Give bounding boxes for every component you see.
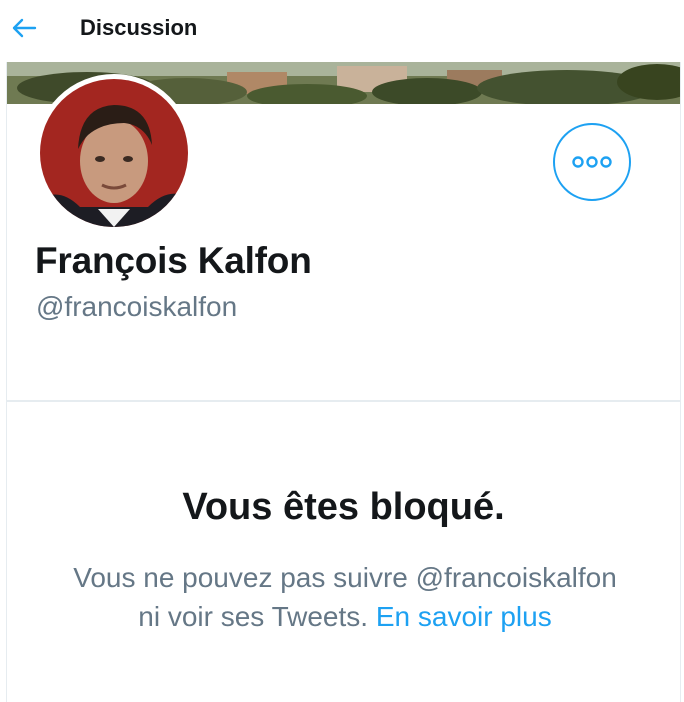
learn-more-link[interactable]: En savoir plus [376, 601, 552, 632]
avatar-image [40, 79, 188, 227]
profile-card: François Kalfon @francoiskalfon Vous ête… [6, 62, 681, 702]
arrow-left-icon [12, 18, 37, 38]
blocked-message-block: Vous ne pouvez pas suivre @francoiskalfo… [65, 558, 625, 636]
avatar[interactable] [35, 74, 193, 232]
top-bar: Discussion [0, 0, 684, 58]
more-options-button[interactable] [553, 123, 631, 201]
back-button[interactable] [8, 12, 40, 44]
profile-name: François Kalfon [35, 240, 312, 281]
profile-handle: @francoiskalfon [36, 291, 238, 322]
blocked-title: Vous êtes bloqué. [182, 486, 505, 528]
divider [7, 400, 680, 402]
more-dots-icon [572, 156, 612, 168]
page-title: Discussion [80, 15, 198, 40]
